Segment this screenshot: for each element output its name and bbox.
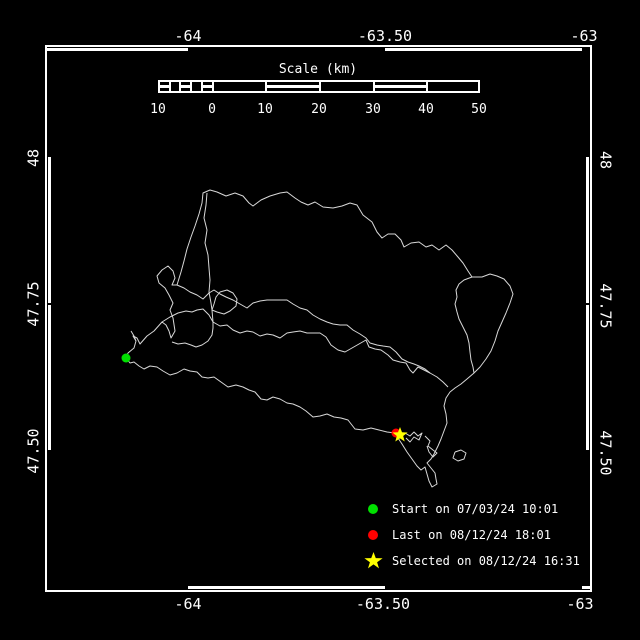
- legend-last-circle-icon: [368, 530, 378, 540]
- track-path: [131, 331, 136, 341]
- drift-track-map: -64 -63.50 -63 -64 -63.50 -63 48 47.75 4…: [0, 0, 640, 640]
- track-path: [177, 285, 430, 373]
- track-path: [172, 322, 213, 347]
- legend-start-label: Start on 07/03/24 10:01: [392, 502, 558, 516]
- start-marker-circle-icon: [122, 354, 131, 363]
- track-path: [204, 193, 213, 322]
- track-path: [425, 436, 437, 457]
- track-canvas: [0, 0, 640, 640]
- legend-last-label: Last on 08/12/24 18:01: [392, 528, 551, 542]
- track-path: [455, 277, 474, 373]
- legend-start-circle-icon: [368, 504, 378, 514]
- track-path: [213, 322, 448, 387]
- track-path: [126, 190, 513, 487]
- legend-selected-label: Selected on 08/12/24 16:31: [392, 554, 580, 568]
- track-path: [405, 432, 422, 442]
- track-path: [212, 290, 237, 314]
- track-path: [162, 309, 213, 322]
- track-path: [453, 450, 466, 461]
- track-path: [126, 358, 395, 433]
